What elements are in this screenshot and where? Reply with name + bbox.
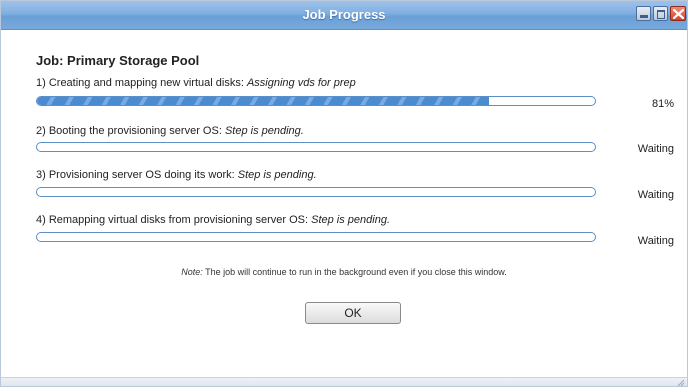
ok-button[interactable]: OK: [305, 302, 401, 324]
step-2-progress-bar: [36, 142, 596, 152]
note-prefix: Note:: [181, 267, 203, 277]
step-3-progress-bar: [36, 187, 596, 197]
step-1-status: 81%: [651, 98, 674, 110]
step-1-name: 1) Creating and mapping new virtual disk…: [36, 77, 244, 89]
step-1-progress-bar: [36, 96, 596, 106]
step-3-label: 3) Provisioning server OS doing its work…: [36, 169, 317, 181]
job-title: Job: Primary Storage Pool: [36, 53, 200, 68]
step-2-status: Waiting: [637, 143, 674, 155]
step-4-status: Waiting: [637, 235, 674, 247]
step-1-label: 1) Creating and mapping new virtual disk…: [36, 77, 356, 89]
step-4-label: 4) Remapping virtual disks from provisio…: [36, 214, 390, 226]
window-title: Job Progress: [302, 7, 386, 22]
step-4-detail: Step is pending.: [311, 214, 390, 226]
step-2-detail: Step is pending.: [224, 125, 304, 137]
job-progress-window: Job Progress Job: Primary Storage Pool 1…: [0, 0, 688, 387]
resize-grip-icon[interactable]: [677, 379, 685, 387]
minimize-icon[interactable]: [636, 6, 651, 21]
step-3-name: 3) Provisioning server OS doing its work…: [36, 169, 235, 181]
step-2-label: 2) Booting the provisioning server OS: S…: [36, 125, 304, 137]
step-4-name: 4) Remapping virtual disks from provisio…: [36, 214, 309, 226]
step-3-status: Waiting: [637, 189, 674, 201]
step-3-detail: Step is pending.: [237, 169, 317, 181]
step-4-progress-bar: [36, 232, 596, 242]
step-1-progress-fill: [37, 97, 489, 105]
note-text: The job will continue to run in the back…: [202, 267, 507, 277]
title-bar[interactable]: Job Progress: [1, 1, 687, 30]
step-2-name: 2) Booting the provisioning server OS:: [36, 125, 222, 137]
step-1-detail: Assigning vds for prep: [246, 77, 356, 89]
background-note: Note: The job will continue to run in th…: [1, 267, 687, 277]
status-bar: [1, 377, 687, 387]
close-icon[interactable]: [670, 6, 686, 21]
maximize-icon[interactable]: [653, 6, 668, 21]
